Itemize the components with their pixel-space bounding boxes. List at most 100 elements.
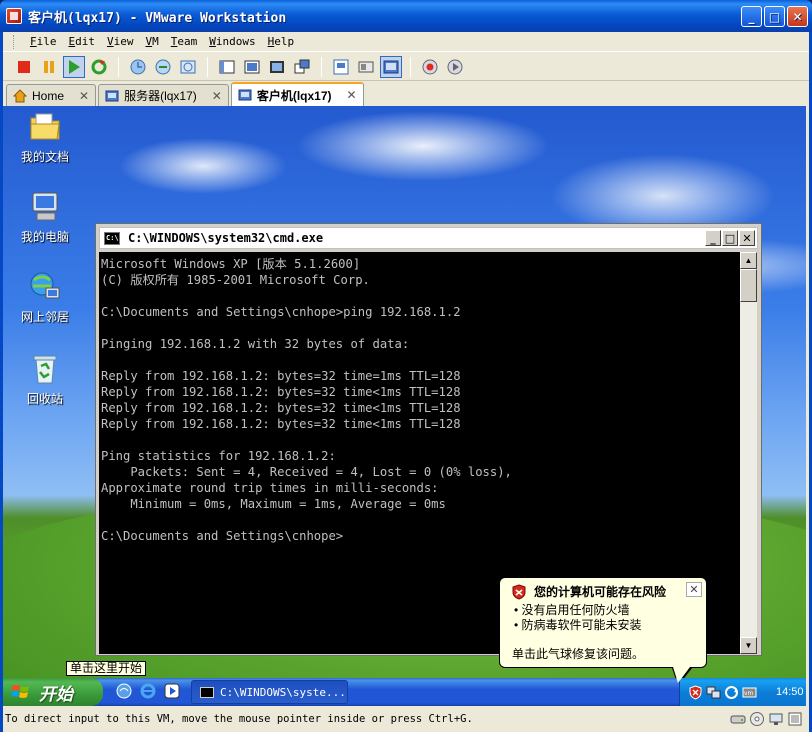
vm-icon — [238, 89, 252, 101]
tab-home[interactable]: Home ✕ — [6, 84, 97, 106]
cmd-icon — [200, 686, 214, 698]
console-line: Pinging 192.168.1.2 with 32 bytes of dat… — [101, 337, 410, 351]
hard-disk-icon[interactable] — [730, 711, 746, 727]
close-button[interactable]: ✕ — [787, 6, 808, 27]
window-controls: _ □ ✕ — [741, 6, 808, 27]
suspend-button[interactable] — [38, 56, 60, 78]
replay-icon[interactable] — [444, 56, 466, 78]
sync-icon[interactable] — [724, 685, 739, 700]
tab-label: Home — [32, 88, 65, 103]
sound-icon[interactable] — [787, 711, 803, 727]
console-line: Packets: Sent = 4, Received = 4, Lost = … — [101, 465, 512, 479]
window-titlebar[interactable]: 客户机(lqx17) - VMware Workstation _ □ ✕ — [0, 0, 812, 32]
quick-switch-icon[interactable] — [241, 56, 263, 78]
vmware-app-icon — [6, 8, 22, 24]
my-computer-icon — [28, 190, 62, 224]
snapshot-take-icon[interactable] — [127, 56, 149, 78]
internet-explorer-icon[interactable] — [139, 682, 157, 700]
menu-team[interactable]: Team — [165, 35, 204, 48]
fullscreen-icon[interactable] — [266, 56, 288, 78]
menu-windows[interactable]: Windows — [203, 35, 261, 48]
status-text: To direct input to this VM, move the mou… — [5, 713, 473, 725]
desktop-icon-recycle-bin[interactable]: 回收站 — [13, 352, 77, 407]
summary-view-icon[interactable] — [330, 56, 352, 78]
console-line: Microsoft Windows XP [版本 5.1.2600] — [101, 257, 361, 271]
tab-close-icon[interactable]: ✕ — [347, 88, 357, 102]
tab-label: 服务器(lqx17) — [124, 89, 197, 103]
menu-view[interactable]: View — [101, 35, 140, 48]
cmd-close-button[interactable]: ✕ — [739, 230, 755, 246]
balloon-tail — [673, 667, 690, 683]
start-label: 开始 — [39, 684, 73, 704]
balloon-footer: 单击此气球修复该问题。 — [512, 647, 645, 661]
menu-edit[interactable]: Edit — [63, 35, 102, 48]
network-adapter-icon[interactable] — [768, 711, 784, 727]
status-bar: To direct input to this VM, move the mou… — [3, 706, 809, 732]
balloon-title: 您的计算机可能存在风险 — [512, 583, 666, 600]
tab-client[interactable]: 客户机(lqx17) ✕ — [230, 82, 364, 106]
minimize-button[interactable]: _ — [741, 6, 762, 27]
cmd-maximize-button[interactable]: □ — [722, 230, 738, 246]
tab-close-icon[interactable]: ✕ — [79, 89, 89, 103]
vmware-tools-icon[interactable]: vm — [742, 685, 757, 700]
desktop-icon-label: 我的文档 — [20, 150, 69, 164]
snapshot-manager-icon[interactable] — [177, 56, 199, 78]
show-desktop-icon[interactable] — [115, 682, 133, 700]
home-icon — [13, 88, 27, 102]
menu-vm[interactable]: VM — [140, 35, 165, 48]
scroll-up-icon[interactable]: ▲ — [740, 252, 757, 269]
security-balloon[interactable]: 您的计算机可能存在风险 ✕ 没有启用任何防火墙 防病毒软件可能未安装 单击此气球… — [499, 577, 707, 686]
desktop-icon-label: 回收站 — [26, 392, 63, 406]
power-on-button[interactable] — [63, 55, 85, 78]
menu-file[interactable]: File — [24, 35, 63, 48]
scroll-down-icon[interactable]: ▼ — [740, 637, 757, 654]
window-title: 客户机(lqx17) - VMware Workstation — [28, 10, 287, 26]
scroll-thumb[interactable] — [740, 269, 757, 302]
desktop-icon-my-computer[interactable]: 我的电脑 — [13, 190, 77, 245]
toolbar-separator — [118, 56, 119, 77]
maximize-button[interactable]: □ — [764, 6, 785, 27]
record-icon[interactable] — [419, 56, 441, 78]
balloon-close-button[interactable]: ✕ — [686, 582, 702, 597]
tab-label: 客户机(lqx17) — [256, 88, 332, 103]
tab-close-icon[interactable]: ✕ — [212, 89, 222, 103]
appliance-view-icon[interactable] — [355, 56, 377, 78]
console-line: Reply from 192.168.1.2: bytes=32 time<1m… — [101, 385, 461, 399]
console-line: C:\Documents and Settings\cnhope>ping 19… — [101, 305, 461, 319]
cmd-titlebar[interactable]: C:\ C:\WINDOWS\system32\cmd.exe _ □ ✕ — [99, 227, 758, 249]
menu-help[interactable]: Help — [262, 35, 301, 48]
snapshot-revert-icon[interactable] — [152, 56, 174, 78]
unity-icon[interactable] — [291, 56, 313, 78]
console-line: Minimum = 0ms, Maximum = 1ms, Average = … — [101, 497, 446, 511]
console-view-icon[interactable] — [380, 55, 402, 78]
tab-server[interactable]: 服务器(lqx17) ✕ — [98, 84, 229, 106]
power-off-button[interactable] — [13, 56, 35, 78]
device-status-icons — [730, 711, 803, 727]
shield-warning-icon — [512, 583, 526, 600]
balloon-list-item: 防病毒软件可能未安装 — [514, 618, 642, 633]
cmd-scrollbar[interactable]: ▲ ▼ — [740, 252, 757, 654]
cmd-minimize-button[interactable]: _ — [705, 230, 721, 246]
desktop-icon-network[interactable]: 网上邻居 — [13, 270, 77, 325]
reset-button[interactable] — [88, 56, 110, 78]
taskbar-item-cmd[interactable]: C:\WINDOWS\syste... — [191, 680, 348, 704]
toolbar — [3, 53, 809, 81]
network-connection-icon[interactable] — [706, 685, 721, 700]
cd-rom-icon[interactable] — [749, 711, 765, 727]
console-line: (C) 版权所有 1985-2001 Microsoft Corp. — [101, 273, 370, 287]
security-alert-icon[interactable] — [688, 684, 703, 700]
media-player-icon[interactable] — [163, 682, 181, 700]
toolbar-separator — [321, 56, 322, 77]
sidebar-toggle-icon[interactable] — [216, 56, 238, 78]
desktop-icon-label: 我的电脑 — [20, 230, 69, 244]
console-line: Reply from 192.168.1.2: bytes=32 time=1m… — [101, 369, 461, 383]
vm-tab-strip: Home ✕ 服务器(lqx17) ✕ 客户机(lqx17) ✕ — [3, 82, 809, 106]
console-line: Approximate round trip times in milli-se… — [101, 481, 439, 495]
start-button[interactable]: 开始 — [3, 678, 103, 706]
desktop-icon-my-documents[interactable]: 我的文档 — [13, 110, 77, 165]
console-line: Ping statistics for 192.168.1.2: — [101, 449, 336, 463]
